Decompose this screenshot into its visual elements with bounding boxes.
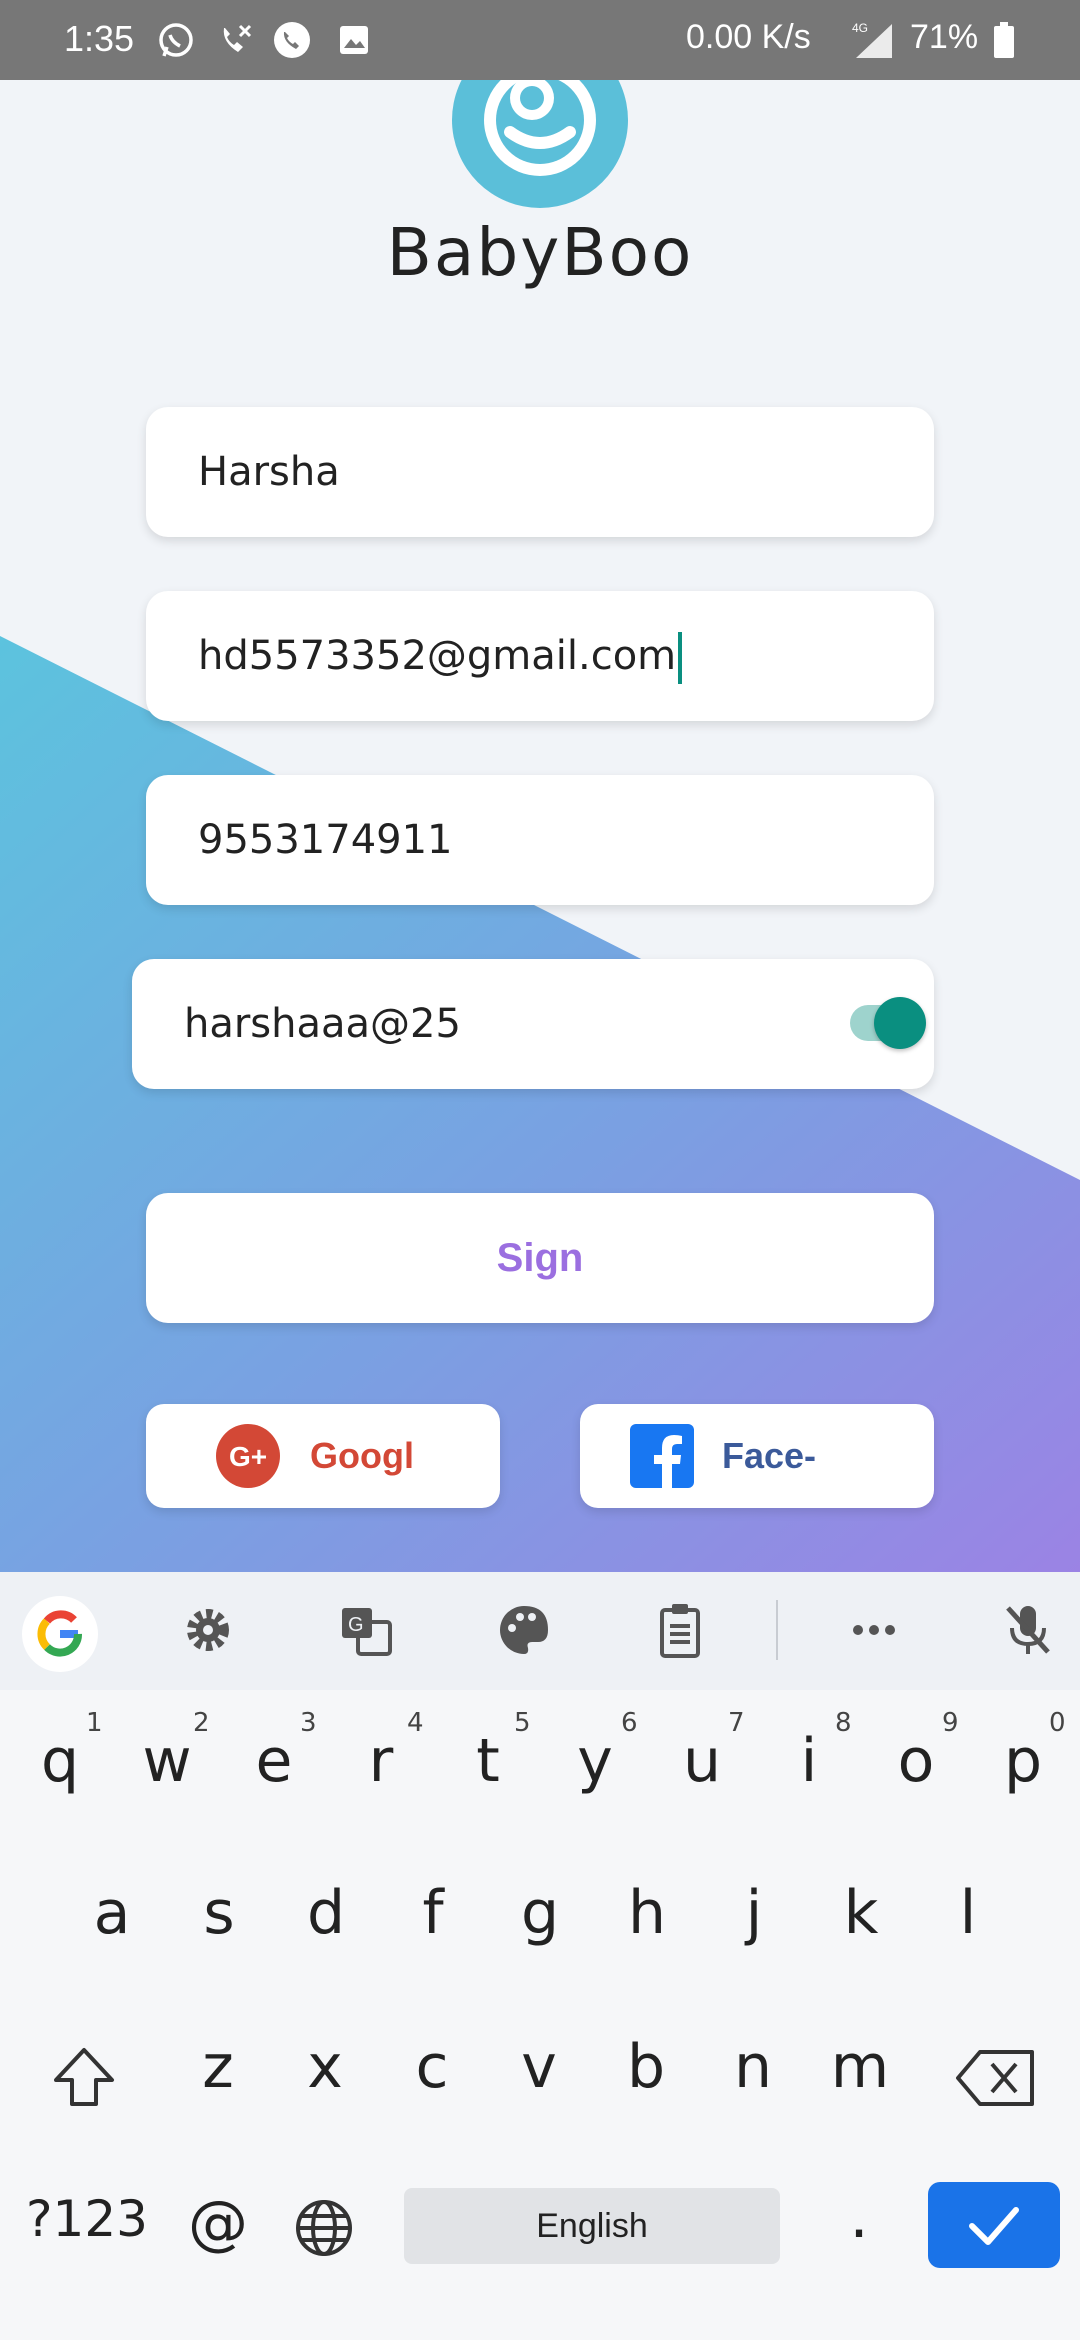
globe-icon[interactable] [292,2196,356,2260]
key-hint-1: 1 [86,1708,103,1738]
space-bar[interactable]: English [404,2188,780,2264]
key-n[interactable]: n [708,2032,798,2102]
svg-text:G+: G+ [229,1441,267,1472]
more-icon[interactable] [842,1598,906,1662]
google-icon[interactable] [20,1594,100,1674]
key-l[interactable]: l [923,1878,1013,1948]
key-c[interactable]: c [387,2032,477,2102]
checkmark-icon [969,2207,1019,2245]
google-signin-button[interactable]: G+ Googl [146,1404,500,1508]
svg-text:G: G [348,1614,364,1636]
key-h[interactable]: h [602,1878,692,1948]
key-x[interactable]: x [280,2032,370,2102]
key-hint-3: 3 [300,1708,317,1738]
palette-icon[interactable] [492,1598,556,1662]
keyboard: q1w2e3r4t5y6u7i8o9p0 asdfghjkl zxcvbnm ?… [0,1690,1080,2340]
toolbar-divider [776,1600,778,1660]
sign-button[interactable]: Sign [146,1193,934,1323]
brand-name: BabyBoo [386,214,694,291]
key-z[interactable]: z [173,2032,263,2102]
translate-icon[interactable]: G [334,1598,398,1662]
password-value: harshaaa@25 [184,1001,461,1047]
key-v[interactable]: v [494,2032,584,2102]
email-field[interactable]: hd5573352@gmail.com [146,591,934,721]
google-plus-icon: G+ [216,1424,280,1488]
email-value: hd5573352@gmail.com [198,633,677,679]
key-hint-8: 8 [835,1708,852,1738]
period-key[interactable]: . [814,2182,904,2252]
password-field[interactable]: harshaaa@25 [132,959,934,1089]
signal-icon: 4G [852,21,892,58]
key-hint-9: 9 [942,1708,959,1738]
signup-screen: BabyBoo Harsha hd5573352@gmail.com 95531… [0,80,1080,1572]
whatsapp-icon [159,23,193,57]
key-hint-4: 4 [407,1708,424,1738]
image-icon [340,26,368,54]
shift-icon[interactable] [48,2042,120,2114]
key-a[interactable]: a [67,1878,157,1948]
clipboard-icon[interactable] [648,1598,712,1662]
missed-call-icon [223,24,252,52]
key-hint-0: 0 [1049,1708,1066,1738]
battery-icon [994,22,1014,58]
key-b[interactable]: b [601,2032,691,2102]
key-g[interactable]: g [495,1878,585,1948]
network-speed: 0.00 K/s [686,18,811,56]
key-hint-2: 2 [193,1708,210,1738]
text-cursor [678,632,683,684]
google-label: Googl [310,1435,414,1476]
key-j[interactable]: j [709,1878,799,1948]
network-type: 4G [852,21,868,35]
key-m[interactable]: m [815,2032,905,2102]
status-bar: 1:35 0.00 K/s 4G 71% [0,0,1080,80]
email-value-wrap: hd5573352@gmail.com [198,591,683,721]
settings-icon[interactable] [176,1598,240,1662]
key-f[interactable]: f [388,1878,478,1948]
symbols-key[interactable]: ?123 [26,2190,148,2248]
key-d[interactable]: d [281,1878,371,1948]
enter-key[interactable] [928,2182,1060,2268]
backspace-icon[interactable] [952,2042,1040,2114]
key-s[interactable]: s [174,1878,264,1948]
at-key[interactable]: @ [173,2188,263,2258]
key-hint-5: 5 [514,1708,531,1738]
facebook-icon [630,1424,694,1488]
call-icon [274,22,310,58]
keyboard-toolbar: G [0,1572,1080,1690]
battery-percent: 71% [910,18,979,56]
phone-field[interactable]: 9553174911 [146,775,934,905]
key-hint-6: 6 [621,1708,638,1738]
babyboo-logo-icon [452,80,628,208]
mic-off-icon[interactable] [996,1598,1060,1662]
facebook-label: Face- [722,1435,817,1476]
phone-value: 9553174911 [198,817,453,863]
key-hint-7: 7 [728,1708,745,1738]
facebook-signin-button[interactable]: Face- [580,1404,934,1508]
status-time: 1:35 [64,18,135,59]
name-value: Harsha [198,449,340,495]
name-field[interactable]: Harsha [146,407,934,537]
toggle-knob [874,997,926,1049]
key-k[interactable]: k [816,1878,906,1948]
